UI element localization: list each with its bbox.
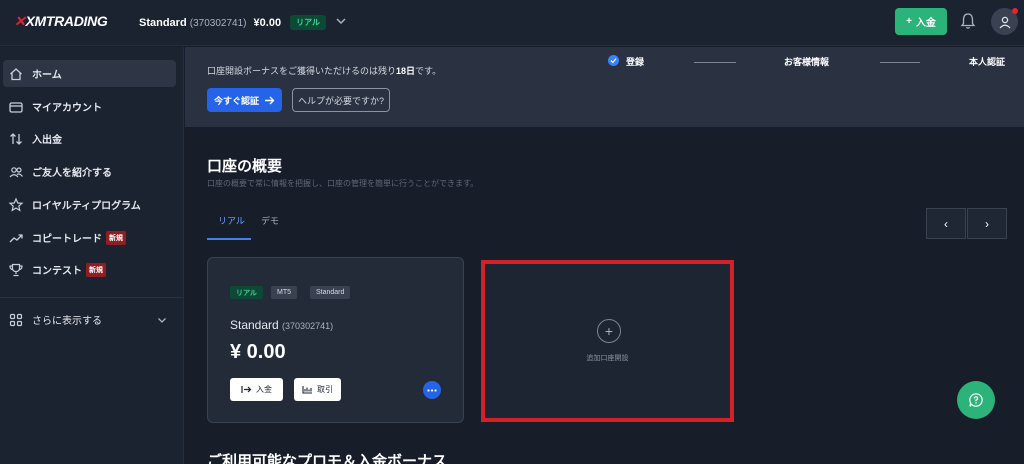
new-badge: 新規 — [86, 262, 106, 277]
prev-button[interactable]: ‹ — [926, 208, 966, 239]
tab-indicator — [207, 238, 251, 240]
arrow-right-icon — [265, 96, 275, 104]
sidebar-divider — [0, 297, 184, 298]
step-identity: 本人認証 — [969, 57, 1006, 67]
bonus-banner: 口座開設ボーナスをご獲得いただけるのは残り18日です。 今すぐ認証 ヘルプが必要… — [185, 47, 1024, 127]
sidebar-item-transfer[interactable]: 入出金 — [3, 125, 176, 152]
sidebar: ホーム マイアカウント 入出金 ご友人を紹介する ロイヤルティプログラム コピー… — [0, 47, 184, 464]
sidebar-item-contest[interactable]: コンテスト 新規 — [3, 256, 176, 283]
deposit-button[interactable]: + 入金 — [895, 8, 947, 35]
tab-real[interactable]: リアル — [218, 214, 245, 227]
top-bar: ✕XMTRADING Standard (370302741) ¥0.00 リア… — [0, 0, 1024, 46]
deposit-arrow-icon — [241, 386, 252, 393]
help-button[interactable]: ヘルプが必要ですか? — [292, 88, 390, 112]
trophy-icon — [9, 263, 23, 276]
chart-icon — [302, 386, 312, 394]
card-trade-button[interactable]: 取引 — [294, 378, 341, 401]
card-deposit-button[interactable]: 入金 — [230, 378, 283, 401]
account-balance: ¥0.00 — [253, 17, 282, 29]
chevron-down-icon[interactable] — [334, 14, 348, 28]
step-register: 登録 — [626, 57, 645, 67]
promo-section-title: ご利用可能なプロモ＆入金ボーナス — [207, 453, 448, 464]
page-subtitle: 口座の概要で常に情報を把握し、口座の管理を簡単に行うことができます。 — [207, 179, 479, 188]
grid-icon — [9, 313, 23, 326]
plus-icon: + — [597, 319, 621, 343]
step-connector — [880, 62, 920, 63]
page-title: 口座の概要 — [207, 158, 283, 175]
account-type: Standard — [139, 17, 187, 29]
account-badge: リアル — [290, 15, 327, 30]
step-connector — [694, 62, 736, 63]
account-number: (370302741) — [189, 18, 247, 29]
add-account-label: 追加口座開設 — [586, 355, 629, 362]
card-account-name: Standard (370302741) — [230, 318, 334, 332]
sidebar-item-home[interactable]: ホーム — [3, 60, 176, 87]
sidebar-item-referral[interactable]: ご友人を紹介する — [3, 158, 176, 185]
trend-icon — [9, 233, 23, 242]
avatar[interactable] — [991, 8, 1018, 35]
bell-icon[interactable] — [960, 12, 976, 30]
notification-dot — [1012, 8, 1018, 14]
help-chat-icon — [969, 393, 983, 407]
card-balance: ¥ 0.00 — [230, 341, 286, 363]
star-icon — [8, 197, 24, 212]
banner-message: 口座開設ボーナスをご獲得いただけるのは残り18日です。 — [207, 66, 442, 76]
tag-account-type: Standard — [310, 286, 351, 299]
chevron-down-icon — [158, 317, 166, 323]
next-button[interactable]: › — [967, 208, 1007, 239]
tag-platform: MT5 — [271, 286, 297, 299]
home-icon — [10, 67, 22, 80]
transfer-icon — [10, 132, 22, 145]
users-icon — [9, 166, 23, 177]
add-account-card[interactable]: + 追加口座開設 — [481, 260, 734, 422]
sidebar-item-my-account[interactable]: マイアカウント — [3, 93, 176, 120]
tag-real: リアル — [230, 286, 263, 299]
tab-demo[interactable]: デモ — [261, 214, 279, 227]
more-dots-icon — [427, 388, 437, 392]
verify-now-button[interactable]: 今すぐ認証 — [207, 88, 282, 112]
account-card: リアル MT5 Standard Standard (370302741) ¥ … — [207, 257, 464, 423]
sidebar-item-loyalty[interactable]: ロイヤルティプログラム — [3, 191, 176, 218]
new-badge: 新規 — [106, 230, 126, 245]
step-customer-info: お客様情報 — [784, 57, 830, 67]
account-selector[interactable]: Standard (370302741) ¥0.00 リアル — [139, 15, 327, 30]
xm-logo[interactable]: ✕XMTRADING — [14, 13, 108, 30]
chat-help-button[interactable] — [957, 381, 995, 419]
sidebar-item-copy-trade[interactable]: コピートレード 新規 — [3, 224, 176, 251]
user-icon — [999, 16, 1010, 28]
wallet-icon — [9, 101, 23, 113]
check-icon — [608, 55, 619, 66]
more-options-button[interactable] — [423, 381, 441, 399]
sidebar-item-more[interactable]: さらに表示する — [3, 306, 176, 333]
plus-icon: + — [906, 16, 912, 27]
